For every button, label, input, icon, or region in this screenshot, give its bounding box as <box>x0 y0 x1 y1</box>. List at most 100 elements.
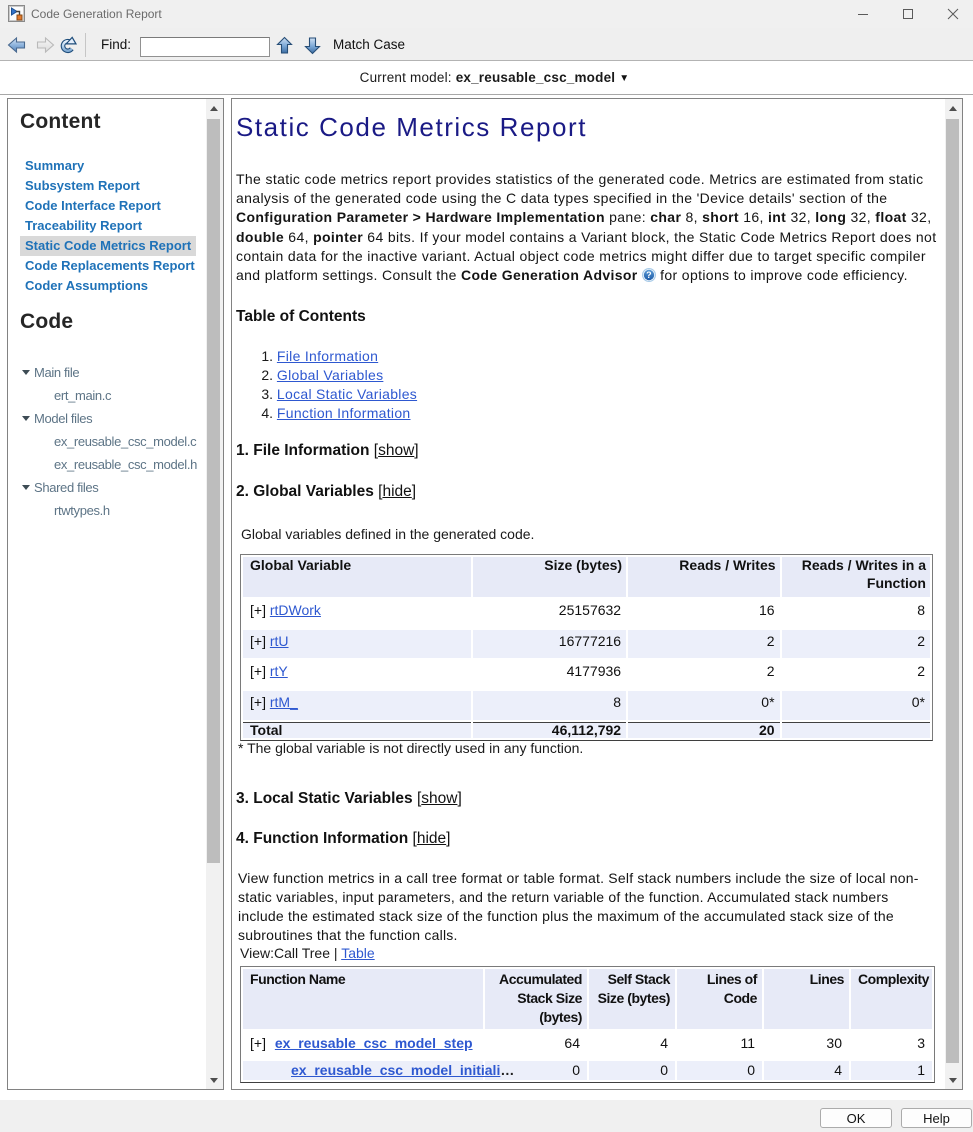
sidebar-item-summary[interactable]: Summary <box>20 156 89 176</box>
toc-link-global-variables[interactable]: Global Variables <box>277 367 383 383</box>
variable-link-rtu[interactable]: rtU <box>270 633 289 649</box>
intro-bold-segment: Configuration Parameter > Hardware Imple… <box>236 209 605 225</box>
scrollbar-arrow-triangle <box>210 1078 218 1083</box>
model-dropdown-caret-icon[interactable]: ▼ <box>619 73 629 84</box>
view-separator: | <box>330 945 341 961</box>
code-generation-report-window: Code Generation Report <box>0 0 973 1132</box>
sidebar-scrollbar-thumb[interactable] <box>207 119 220 863</box>
refresh-icon[interactable] <box>59 36 79 55</box>
tree-item-shared-files[interactable]: Shared files <box>34 480 98 495</box>
variable-link-rtdwork[interactable]: rtDWork <box>270 602 321 618</box>
forward-arrow-icon[interactable] <box>36 36 55 54</box>
help-button[interactable]: Help <box>901 1108 972 1128</box>
intro-text-segment: 32, <box>786 209 815 225</box>
toggle-bracket-wrap: [hide] <box>413 830 451 847</box>
find-next-down-arrow-icon[interactable] <box>304 36 321 55</box>
tree-expanded-triangle-icon[interactable] <box>22 416 30 421</box>
file-information-show-link[interactable]: show <box>378 442 414 459</box>
maximize-button[interactable] <box>885 0 930 28</box>
tree-file-ert-main-c[interactable]: ert_main.c <box>54 388 111 403</box>
tree-row: Model files <box>8 407 206 430</box>
svg-text:?: ? <box>646 270 652 280</box>
scrollbar-up-arrow-icon[interactable] <box>945 99 962 116</box>
sidebar-item-static-code-metrics-report[interactable]: Static Code Metrics Report <box>20 236 196 256</box>
close-button[interactable] <box>930 0 973 28</box>
content-sidebar-panel: Content Summary Subsystem Report Code In… <box>7 98 224 1090</box>
sidebar-content-heading: Content <box>20 110 206 134</box>
current-model-name[interactable]: ex_reusable_csc_model <box>456 70 616 85</box>
find-input[interactable] <box>140 37 270 57</box>
variable-link-rty[interactable]: rtY <box>270 663 288 679</box>
intro-bold-segment: Code Generation Advisor <box>461 267 638 283</box>
section-title: 4. Function Information <box>236 830 408 847</box>
content-scrollbar-thumb[interactable] <box>946 119 959 1063</box>
toc-link-function-information[interactable]: Function Information <box>277 405 411 421</box>
tree-file-model-h[interactable]: ex_reusable_csc_model.h <box>54 457 197 472</box>
reads-writes-cell: 2 <box>628 660 779 689</box>
local-static-variables-show-link[interactable]: show <box>421 790 457 807</box>
intro-text-segment: 64, <box>284 229 313 245</box>
intro-bold-segment: double <box>236 229 284 245</box>
help-question-icon[interactable]: ? <box>642 268 656 282</box>
toc-row: 3. Local Static Variables <box>236 385 945 404</box>
reads-writes-cell: 0* <box>628 691 779 720</box>
sidebar-scrollbar[interactable] <box>206 99 223 1089</box>
column-header: Complexity <box>851 969 932 1029</box>
function-link-step[interactable]: ex_reusable_csc_model_step <box>270 1035 473 1051</box>
bracket-close: ] <box>446 830 450 847</box>
tree-file-model-c[interactable]: ex_reusable_csc_model.c <box>54 434 196 449</box>
tree-file-rtwtypes-h[interactable]: rtwtypes.h <box>54 503 110 518</box>
bracket-close: ] <box>412 483 416 500</box>
sidebar-item-coder-assumptions[interactable]: Coder Assumptions <box>20 276 153 296</box>
scrollbar-down-arrow-icon[interactable] <box>945 1072 962 1089</box>
expand-plus-icon[interactable]: [+] <box>250 602 266 618</box>
section-heading-global-variables: 2. Global Variables [hide] <box>236 483 945 501</box>
ok-button[interactable]: OK <box>820 1108 892 1128</box>
toc-row: 2. Global Variables <box>236 366 945 385</box>
tree-expanded-triangle-icon[interactable] <box>22 485 30 490</box>
global-variables-hide-link[interactable]: hide <box>382 483 411 500</box>
sidebar-link-row: Traceability Report <box>8 216 206 236</box>
tree-row: Shared files <box>8 476 206 499</box>
lines-of-code-cell: 0 <box>677 1061 762 1080</box>
intro-text-segment: 32, <box>846 209 875 225</box>
sidebar-item-code-interface-report[interactable]: Code Interface Report <box>20 196 166 216</box>
maximize-icon <box>902 8 914 20</box>
view-label: View: <box>240 945 274 961</box>
content-scrollbar[interactable] <box>945 99 962 1089</box>
view-table-link[interactable]: Table <box>341 945 374 961</box>
toggle-bracket-wrap: [show] <box>417 790 462 807</box>
expand-plus-icon[interactable]: [+] <box>250 1035 266 1051</box>
sidebar-nav-links: Summary Subsystem Report Code Interface … <box>8 156 206 296</box>
tree-item-model-files[interactable]: Model files <box>34 411 92 426</box>
tree-expanded-triangle-icon[interactable] <box>22 370 30 375</box>
variable-link-rtm[interactable]: rtM_ <box>270 694 298 710</box>
function-link-initialize[interactable]: ex_reusable_csc_model_initiali <box>285 1062 500 1078</box>
sidebar-item-traceability-report[interactable]: Traceability Report <box>20 216 147 236</box>
toc-link-file-information[interactable]: File Information <box>277 348 378 364</box>
sidebar-item-code-replacements-report[interactable]: Code Replacements Report <box>20 256 200 276</box>
toc-link-local-static-variables[interactable]: Local Static Variables <box>277 386 417 402</box>
sidebar-item-subsystem-report[interactable]: Subsystem Report <box>20 176 145 196</box>
expand-plus-icon[interactable]: [+] <box>250 663 266 679</box>
match-case-label[interactable]: Match Case <box>333 28 405 61</box>
toc-heading: Table of Contents <box>236 308 945 326</box>
back-arrow-icon[interactable] <box>7 36 26 54</box>
expand-plus-icon[interactable]: [+] <box>250 633 266 649</box>
reads-writes-fn-cell: 0* <box>782 691 930 720</box>
total-reads-writes-fn-cell <box>782 722 930 738</box>
size-cell: 16777216 <box>473 630 626 659</box>
window-title: Code Generation Report <box>31 0 162 28</box>
expand-plus-icon[interactable]: [+] <box>250 694 266 710</box>
tree-row: ex_reusable_csc_model.h <box>8 453 206 476</box>
minimize-button[interactable] <box>840 0 885 28</box>
scrollbar-up-arrow-icon[interactable] <box>206 99 223 116</box>
find-previous-up-arrow-icon[interactable] <box>276 36 293 55</box>
scrollbar-down-arrow-icon[interactable] <box>206 1072 223 1089</box>
function-information-hide-link[interactable]: hide <box>417 830 446 847</box>
intro-text-segment: 16, <box>739 209 768 225</box>
acc-stack-cell: 64 <box>485 1031 587 1060</box>
complexity-cell: 1 <box>851 1061 932 1080</box>
toc-number: 4. <box>236 404 273 423</box>
tree-item-main-file[interactable]: Main file <box>34 365 79 380</box>
